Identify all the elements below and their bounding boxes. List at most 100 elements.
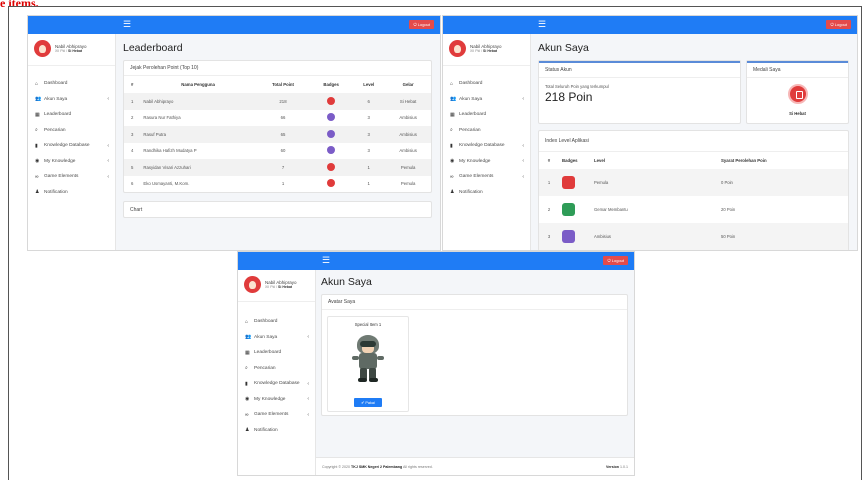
sidebar-item-notification[interactable]: ♟ Notification [443,185,530,201]
column-header: Level [594,158,605,163]
sidebar-menu: ⌂ Dashboard 👥 Akun Saya ‹ ▦ Leaderboard ⌕ Pen… [238,302,315,438]
level-cell: 3 [367,131,370,137]
book-icon: ▮ [35,142,38,149]
chevron-left-icon: ‹ [107,158,109,165]
badge-cell [310,93,352,110]
level-cell: 1 [367,181,370,187]
column-header: # [130,82,134,87]
badge-icon [327,129,336,138]
users-icon: 👥 [450,96,457,103]
sidebar-item-pencarian[interactable]: ⌕ Pencarian [443,123,530,139]
sidebar-item-leaderboard[interactable]: ▦ Leaderboard [238,345,315,361]
table-icon: ▦ [245,349,250,356]
user-profile: Nabil Abhiprayo XII Pkl / Si Hebat [28,34,115,66]
rank-cell: 1 [130,98,134,104]
footer-version: Version 1.0.1 [606,464,628,469]
sidebar-item-game-elements[interactable]: ∞ Game Elements ‹ [238,407,315,423]
sidebar-item-pencarian[interactable]: ⌕ Pencarian [238,361,315,377]
level-number-cell: 2 [547,207,551,212]
use-item-button[interactable]: ✔ Pakai [354,398,382,407]
sidebar-item-leaderboard[interactable]: ▦ Leaderboard [443,107,530,123]
sidebar-item-knowledge-database[interactable]: ▮ Knowledge Database ‹ [443,138,530,154]
page-title: Akun Saya [538,42,589,54]
logout-label: Logout [611,258,624,263]
level-rows: 1 Pemula 0 Poin 2 Gemar Membantu 20 Poin 3 Ambi… [539,169,848,250]
sidebar-item-notification[interactable]: ♟ Notification [238,423,315,439]
sidebar-item-pencarian[interactable]: ⌕ Pencarian [28,123,115,139]
badge-cell [559,223,591,250]
home-icon: ⌂ [450,80,454,87]
chevron-left-icon: ‹ [307,411,309,418]
name-cell: Rasuf Putra [143,131,167,137]
sidebar-item-akun-saya[interactable]: 👥 Akun Saya ‹ [443,92,530,108]
points-label: Total Seluruh Poin yang terkumpul [545,84,609,89]
sidebar-item-notification[interactable]: ♟ Notification [28,185,115,201]
hamburger-icon[interactable]: ☰ [322,255,330,266]
badge-cell [310,159,352,176]
sidebar-item-akun-saya[interactable]: 👥 Akun Saya ‹ [28,92,115,108]
avatar-item: Special Item 1 ✔ Pakai [327,316,409,412]
home-icon: ⌂ [245,318,249,325]
badge-icon [562,202,575,216]
sidebar-item-game-elements[interactable]: ∞ Game Elements ‹ [443,169,530,185]
sidebar-item-my-knowledge[interactable]: ◉ My Knowledge ‹ [238,392,315,408]
gamepad-icon: ∞ [245,411,249,418]
akun-saya-screenshot: ☰ ⏻ Logout Nabil Abhiprayo XII Pkl / Si … [442,15,858,251]
gamepad-icon: ∞ [450,173,454,180]
chevron-left-icon: ‹ [522,142,524,149]
leaderboard-table: # Nama Pengguna Total Point Badges Level… [124,76,431,192]
sidebar-item-game-elements[interactable]: ∞ Game Elements ‹ [28,169,115,185]
user-profile: Nabil Abhiprayo XII Pkl / Si Hebat [443,34,530,66]
sidebar: Nabil Abhiprayo XII Pkl / Si Hebat ⌂ Dash… [443,34,531,250]
sidebar-item-dashboard[interactable]: ⌂ Dashboard [443,76,530,92]
leaderboard-rows: 1 Nabil Abhiprayo 218 6 Si Hebat 2 Rasura Nur … [124,93,431,192]
logout-button[interactable]: ⏻ Logout [826,20,851,29]
medali-card: Medali Saya Si Hebat [746,60,849,124]
sidebar-item-knowledge-database[interactable]: ▮ Knowledge Database ‹ [238,376,315,392]
column-header: Gelar [402,82,414,87]
sidebar-item-akun-saya[interactable]: 👥 Akun Saya ‹ [238,330,315,346]
sidebar-item-leaderboard[interactable]: ▦ Leaderboard [28,107,115,123]
avatar [244,276,261,293]
level-table: # Badges Level Syarat Perolehan Poin 1 Pe… [539,152,848,250]
badge-cell [559,169,591,196]
points-cell: 1 [281,181,285,187]
requirement-cell: 50 Poin [721,234,736,239]
sidebar-item-dashboard[interactable]: ⌂ Dashboard [238,314,315,330]
gauge-icon: ◉ [35,158,40,165]
sidebar-item-dashboard[interactable]: ⌂ Dashboard [28,76,115,92]
sidebar-item-my-knowledge[interactable]: ◉ My Knowledge ‹ [443,154,530,170]
level-cell: 3 [367,115,370,121]
level-cell: 6 [367,98,370,104]
leaderboard-screenshot: ☰ ⏻ Logout Nabil Abhiprayo XII Pkl / Si … [27,15,441,251]
title-cell: Si Hebat [399,98,417,104]
hamburger-icon[interactable]: ☰ [538,19,546,30]
column-header: Nama Pengguna [181,82,215,87]
main-content: Akun Saya Avatar Saya Special Item 1 ✔ P… [316,270,634,475]
logout-label: Logout [417,22,430,27]
user-profile: Nabil Abhiprayo XII Pkl / Si Hebat [238,270,315,302]
logout-button[interactable]: ⏻ Logout [603,256,628,265]
chevron-left-icon: ‹ [522,173,524,180]
hamburger-icon[interactable]: ☰ [123,19,131,30]
user-role: XII Pkl / Si Hebat [265,285,293,290]
points-cell: 218 [279,98,287,104]
user-role: XII Pkl / Si Hebat [470,49,498,54]
chevron-left-icon: ‹ [107,96,109,103]
badge-icon [327,113,336,122]
logout-button[interactable]: ⏻ Logout [409,20,434,29]
status-akun-card: Status Akun Total Seluruh Poin yang terk… [538,60,741,124]
badge-icon [327,179,336,188]
search-icon: ⌕ [450,127,453,134]
requirement-cell: 0 Poin [721,180,733,185]
chevron-left-icon: ‹ [522,96,524,103]
title-cell: Ambisius [399,115,417,121]
table-row: 4 Randhika Hafizh Mudatya P 60 3 Ambisius [124,143,431,160]
card-title: Jejak Perolehan Point (Top 10) [124,61,431,76]
card-title: Index Level Aplikasi [539,131,848,152]
user-role: XII Pkl / Si Hebat [55,49,83,54]
sidebar-item-my-knowledge[interactable]: ◉ My Knowledge ‹ [28,154,115,170]
title-cell: Ambisius [399,148,417,154]
sidebar-item-knowledge-database[interactable]: ▮ Knowledge Database ‹ [28,138,115,154]
leaderboard-card: Jejak Perolehan Point (Top 10) # Nama Pe… [123,60,432,193]
